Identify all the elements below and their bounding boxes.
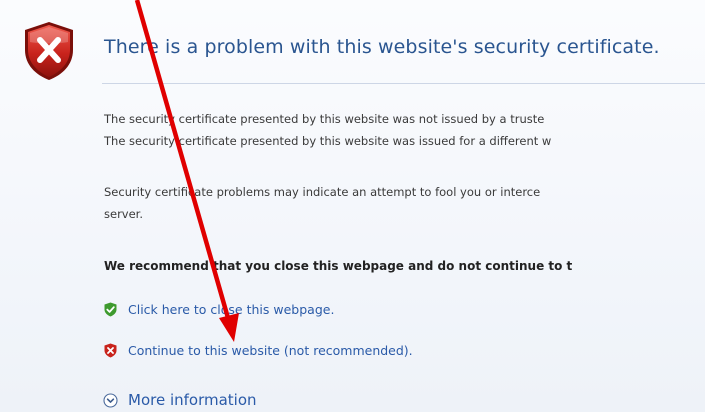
- close-webpage-link[interactable]: Click here to close this webpage.: [128, 302, 334, 317]
- security-error-shield-icon: [22, 20, 76, 82]
- more-information-link[interactable]: More information: [128, 391, 257, 409]
- security-warning-message-continued: server.: [104, 207, 144, 221]
- certificate-issuer-message: The security certificate presented by th…: [104, 112, 545, 126]
- red-x-shield-icon: [103, 343, 118, 358]
- recommendation-text: We recommend that you close this webpage…: [104, 259, 573, 273]
- green-check-shield-icon: [103, 302, 118, 317]
- continue-to-website-link[interactable]: Continue to this website (not recommende…: [128, 343, 413, 358]
- certificate-mismatch-message: The security certificate presented by th…: [104, 134, 552, 148]
- more-information-toggle[interactable]: More information: [103, 391, 257, 409]
- title-divider: [102, 83, 705, 84]
- security-warning-message: Security certificate problems may indica…: [104, 185, 541, 199]
- page-title: There is a problem with this website's s…: [104, 36, 660, 58]
- close-webpage-option[interactable]: Click here to close this webpage.: [103, 302, 334, 317]
- expand-chevron-icon[interactable]: [103, 392, 118, 408]
- continue-to-website-option[interactable]: Continue to this website (not recommende…: [103, 343, 413, 358]
